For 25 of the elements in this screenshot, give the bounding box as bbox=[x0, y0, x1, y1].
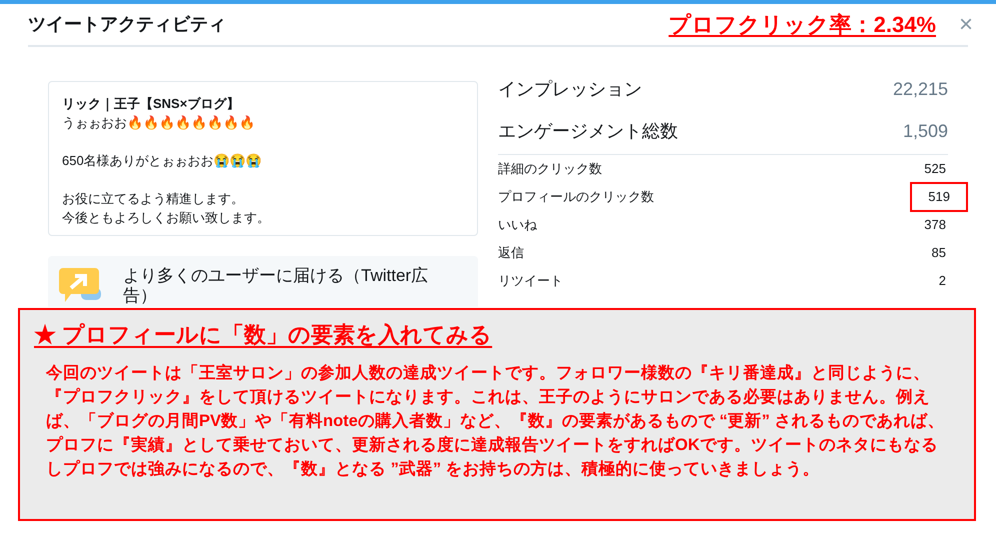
annotation-body: 今回のツイートは「王室サロン」の参加人数の達成ツイートです。フォロワー様数の『キリ番達成』と同じように、『プロフクリック』をして頂けるツイートになります。これは、王子のようにサロンである必要はありません。例えば、「ブログの月間PV数」や「有料noteの購入者数」など、『数』の要素があるもので “更新” されるものであれば、プロフに『実績』として乗せておいて、更新される度に達成報告ツイートをすればOKです。ツイートのネタにもなるしプロフでは強みになるので、『数』となる ”武器” をお持ちの方は、積極的に使っていきましょう。 bbox=[44, 362, 946, 480]
metric-label: いいね bbox=[498, 216, 537, 234]
metric-value: 525 bbox=[923, 160, 947, 178]
tweet-text: 650名様ありがとぉぉおお😭😭😭 bbox=[62, 152, 263, 170]
metric-label: インプレッション bbox=[498, 78, 642, 100]
annotation-caption: プロフクリック率：2.34% bbox=[668, 14, 936, 36]
modal-title: ツイートアクティビティ bbox=[28, 13, 226, 36]
tweet-author: リック｜王子【SNS×ブログ】 bbox=[62, 95, 240, 113]
tweet-text: 今後ともよろしくお願い致します。 bbox=[62, 209, 271, 227]
metric-value: 22,215 bbox=[892, 78, 948, 100]
metric-label: 返信 bbox=[498, 244, 524, 262]
metric-label: エンゲージメント総数 bbox=[498, 120, 678, 142]
metric-value: 1,509 bbox=[902, 120, 948, 142]
metric-value: 2 bbox=[938, 272, 947, 290]
metric-label: 詳細のクリック数 bbox=[498, 160, 602, 178]
highlighted-value: 519 bbox=[910, 182, 968, 212]
tweet-text: お役に立てるよう精進します。 bbox=[62, 190, 245, 208]
metric-label: リツイート bbox=[498, 272, 563, 290]
metric-label: プロフィールのクリック数 bbox=[498, 188, 654, 206]
metric-value: 378 bbox=[923, 216, 947, 234]
promote-panel[interactable]: より多くのユーザーに届ける（Twitter広告） bbox=[48, 256, 478, 307]
promote-label: より多くのユーザーに届ける（Twitter広告） bbox=[123, 266, 430, 306]
annotation-title: ★ プロフィールに「数」の要素を入れてみる bbox=[34, 321, 492, 349]
tweet-text: うぉぉおお🔥🔥🔥🔥🔥🔥🔥🔥 bbox=[62, 114, 256, 132]
metric-value: 85 bbox=[930, 244, 947, 262]
